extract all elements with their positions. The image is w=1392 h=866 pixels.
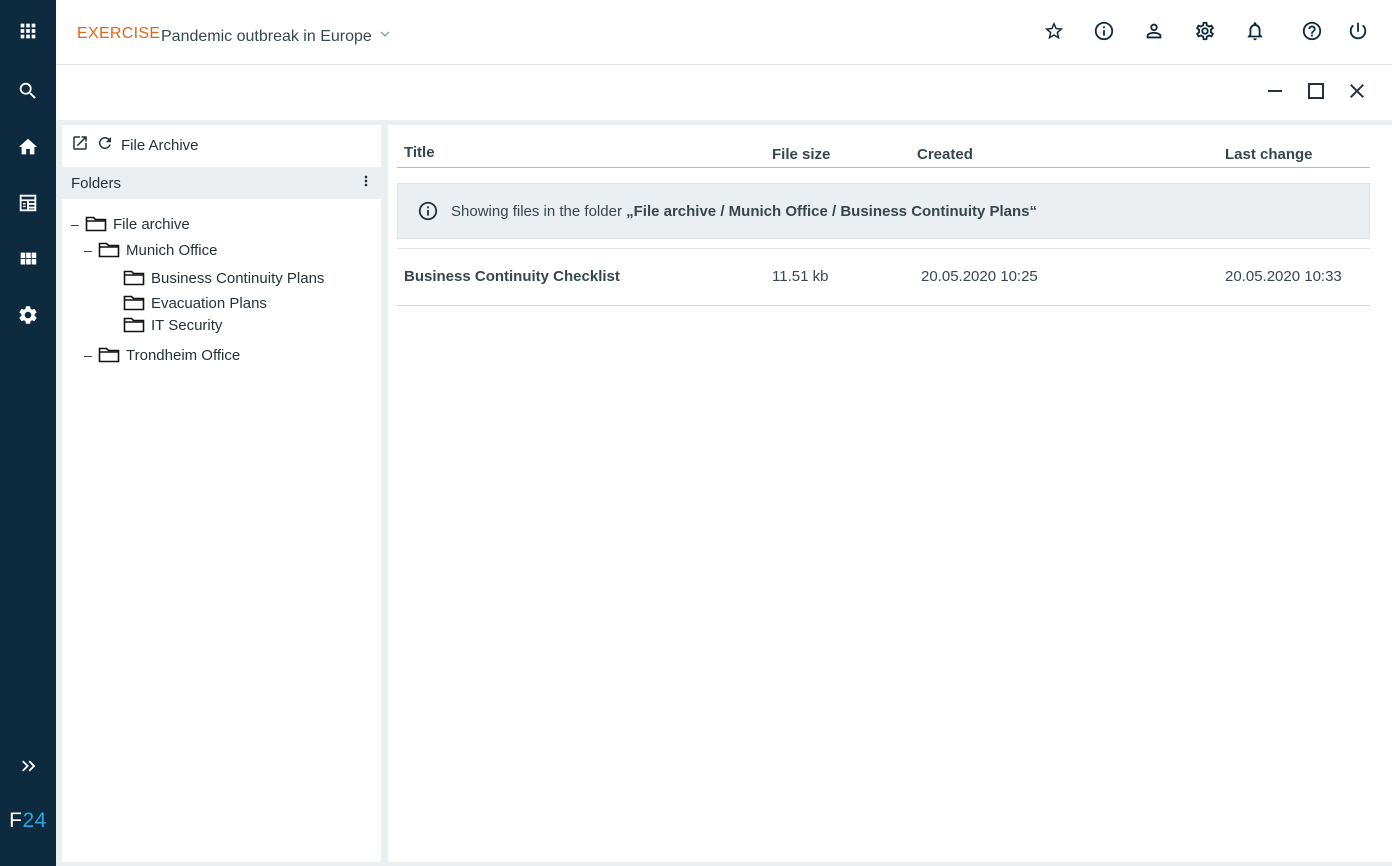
column-header-file-size[interactable]: File size	[772, 146, 830, 163]
panel-title: File Archive	[121, 136, 199, 154]
folders-label: Folders	[71, 175, 122, 192]
info-button[interactable]	[1091, 20, 1117, 46]
info-icon	[1093, 20, 1115, 47]
folder-panel: File Archive Folders – File archive – Mu…	[62, 125, 381, 862]
dashboard-icon	[17, 192, 39, 219]
folder-icon	[98, 241, 120, 259]
collapse-toggle[interactable]: –	[84, 242, 98, 258]
home-icon	[17, 136, 39, 163]
folders-header: Folders	[62, 167, 381, 199]
logo-number: 24	[22, 809, 47, 832]
close-icon	[1345, 79, 1369, 108]
table-row[interactable]: Business Continuity Checklist 11.51 kb 2…	[397, 249, 1370, 306]
file-list-panel: Title File size Created Last change Show…	[388, 125, 1392, 862]
tree-item-trondheim-office[interactable]: – Trondheim Office	[84, 344, 240, 366]
nav-rail: F 24	[0, 0, 56, 866]
info-icon	[417, 200, 439, 222]
settings-top-button[interactable]	[1192, 20, 1218, 46]
content-area: File Archive Folders – File archive – Mu…	[56, 120, 1392, 866]
mode-label: EXERCISE	[77, 25, 161, 42]
settings-button[interactable]	[0, 297, 56, 337]
f24-logo: F 24	[0, 806, 56, 836]
expand-rail-button[interactable]	[0, 748, 56, 788]
folders-menu-button[interactable]	[357, 174, 375, 192]
file-last-change: 20.05.2020 10:33	[1225, 268, 1342, 285]
collapse-toggle[interactable]: –	[84, 347, 98, 363]
help-button[interactable]	[1299, 20, 1325, 46]
minimize-icon	[1263, 79, 1287, 108]
modules-button[interactable]	[0, 241, 56, 281]
tree-item-file-archive[interactable]: – File archive	[71, 213, 190, 235]
folder-icon	[123, 269, 145, 287]
folder-icon	[123, 294, 145, 312]
notifications-button[interactable]	[1242, 20, 1268, 46]
apps-menu-button[interactable]	[0, 13, 56, 53]
maximize-icon	[1304, 79, 1328, 108]
window-bar	[56, 65, 1392, 120]
file-size: 11.51 kb	[772, 268, 829, 285]
tree-item-label: File archive	[113, 215, 190, 233]
modules-icon	[17, 248, 39, 275]
help-icon	[1301, 20, 1323, 47]
top-bar: EXERCISE Pandemic outbreak in Europe	[56, 0, 1392, 65]
profile-button[interactable]	[1141, 20, 1167, 46]
file-created: 20.05.2020 10:25	[921, 268, 1038, 285]
tree-item-label: Business Continuity Plans	[151, 269, 325, 287]
folder-icon	[98, 346, 120, 364]
info-prefix: Showing files in the folder	[451, 202, 627, 220]
panel-header: File Archive	[71, 135, 199, 155]
column-header-last-change[interactable]: Last change	[1225, 146, 1313, 163]
more-vertical-icon	[358, 173, 374, 194]
file-title[interactable]: Business Continuity Checklist	[404, 268, 620, 285]
power-icon	[1347, 20, 1369, 47]
star-icon	[1043, 20, 1065, 47]
exercise-selector[interactable]: Pandemic outbreak in Europe	[161, 25, 394, 48]
dashboard-button[interactable]	[0, 185, 56, 225]
logout-button[interactable]	[1345, 20, 1371, 46]
folder-info-banner: Showing files in the folder „File archiv…	[397, 183, 1370, 239]
tree-item-evacuation-plans[interactable]: Evacuation Plans	[123, 292, 267, 314]
folder-icon	[123, 316, 145, 334]
minimize-button[interactable]	[1262, 80, 1288, 106]
open-external-icon	[71, 134, 89, 157]
info-text: Showing files in the folder „File archiv…	[451, 203, 1037, 220]
exercise-name: Pandemic outbreak in Europe	[161, 27, 372, 45]
tree-item-label: Evacuation Plans	[151, 294, 267, 312]
column-header-created[interactable]: Created	[917, 146, 973, 163]
apps-grid-icon	[17, 20, 39, 47]
folder-icon	[85, 215, 107, 233]
table-header: Title File size Created Last change	[397, 125, 1370, 168]
bell-icon	[1244, 20, 1266, 47]
collapse-toggle[interactable]: –	[71, 216, 85, 232]
home-button[interactable]	[0, 129, 56, 169]
app: F 24 EXERCISE Pandemic outbreak in Europe	[0, 0, 1392, 866]
search-button[interactable]	[0, 73, 56, 113]
tree-item-label: IT Security	[151, 316, 223, 334]
open-external-button[interactable]	[71, 134, 89, 157]
chevron-down-icon	[372, 25, 394, 48]
refresh-button[interactable]	[96, 136, 114, 154]
column-header-title[interactable]: Title	[404, 144, 435, 161]
tree-item-label: Trondheim Office	[126, 346, 241, 364]
tree-item-label: Munich Office	[126, 241, 218, 259]
tree-item-it-security[interactable]: IT Security	[123, 314, 222, 336]
user-icon	[1143, 20, 1165, 47]
info-folder-path: „File archive / Munich Office / Business…	[626, 202, 1038, 220]
search-icon	[17, 80, 39, 107]
tree-item-business-continuity-plans[interactable]: Business Continuity Plans	[123, 267, 324, 289]
logo-letter: F	[9, 809, 23, 832]
refresh-icon	[96, 134, 114, 157]
maximize-button[interactable]	[1303, 80, 1329, 106]
close-button[interactable]	[1344, 80, 1370, 106]
double-chevron-right-icon	[17, 755, 39, 782]
settings-icon	[1194, 20, 1216, 47]
settings-icon	[17, 304, 39, 331]
tree-item-munich-office[interactable]: – Munich Office	[84, 239, 217, 261]
favorites-button[interactable]	[1041, 20, 1067, 46]
